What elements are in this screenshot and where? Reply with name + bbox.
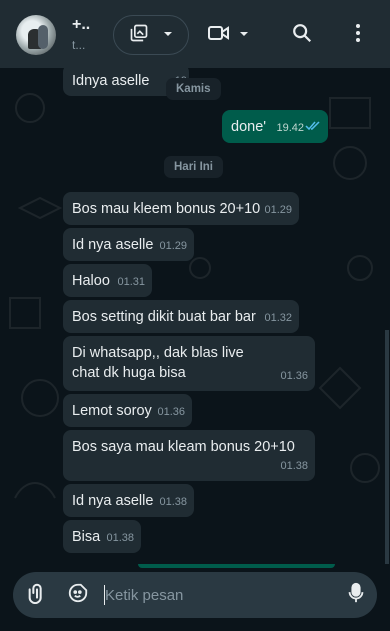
message-text: Idnya aselle: [72, 73, 150, 89]
message-time: 19.42: [276, 122, 304, 134]
more-vertical-icon: [355, 23, 361, 48]
message-time: 01.29: [264, 204, 292, 216]
message-bubble-outgoing[interactable]: done' 19.42: [222, 110, 328, 143]
message-bubble-incoming[interactable]: Bos saya mau kleam bonus 20+10 01.38: [63, 430, 315, 481]
message-text: Bos setting dikit buat bar bar: [72, 309, 256, 325]
message-bubble-incoming[interactable]: Di whatsapp,, dak blas live chat dk huga…: [63, 336, 315, 391]
video-call-button[interactable]: [204, 22, 252, 48]
search-button[interactable]: [289, 22, 315, 48]
message-time: 01.38: [280, 460, 308, 472]
message-time: 01.32: [264, 312, 292, 324]
message-text: done': [231, 119, 267, 135]
sticker-button[interactable]: [66, 583, 90, 607]
message-text: Bisa: [72, 529, 101, 545]
message-text: Lemot soroy: [72, 403, 152, 419]
chevron-down-icon: [163, 26, 173, 44]
scrollbar[interactable]: [385, 330, 389, 564]
message-text: Bos mau kleem bonus 20+10: [72, 201, 261, 217]
chat-header: +.. t...: [0, 0, 390, 68]
message-bubble-incoming[interactable]: Bos setting dikit buat bar bar 01.32: [63, 300, 299, 333]
message-bubble-incoming[interactable]: Bos mau kleem bonus 20+10 01.29: [63, 192, 299, 225]
message-bubble-incoming[interactable]: Bisa 01.38: [63, 520, 141, 553]
message-text: Id nya aselle: [72, 237, 154, 253]
message-time: 01.31: [117, 276, 145, 288]
message-text: Di whatsapp,, dak blas live chat dk huga…: [72, 345, 244, 381]
date-divider: Kamis: [166, 78, 221, 100]
contact-avatar[interactable]: [16, 15, 56, 55]
message-time: 01.36: [280, 370, 308, 382]
voice-message-button[interactable]: [345, 582, 367, 609]
message-bubble-incoming[interactable]: Lemot soroy 01.36: [63, 394, 192, 427]
photo-library-icon: [129, 23, 149, 48]
outgoing-bubble-edge: [138, 564, 335, 568]
chevron-down-icon: [239, 26, 249, 44]
contact-name[interactable]: +..: [72, 16, 90, 34]
composer-bar: [0, 564, 390, 631]
message-composer: [13, 572, 377, 618]
message-time: 01.38: [159, 496, 187, 508]
paperclip-icon: [26, 582, 48, 609]
more-options-button[interactable]: [346, 22, 370, 48]
double-check-read-icon: [305, 117, 321, 137]
message-list[interactable]: Idnya aselle 19 Kamis done' 19.42 Hari I…: [0, 68, 390, 564]
message-input[interactable]: [105, 583, 335, 607]
message-time: 01.38: [106, 532, 134, 544]
attach-button[interactable]: [25, 583, 49, 607]
sticker-icon: [67, 582, 89, 609]
message-text: Id nya aselle: [72, 493, 154, 509]
message-bubble-incoming[interactable]: Id nya aselle 01.38: [63, 484, 194, 517]
contact-status: t...: [72, 38, 86, 52]
message-time: 01.36: [157, 406, 185, 418]
video-camera-icon: [207, 24, 231, 47]
search-icon: [291, 22, 313, 49]
message-text: Bos saya mau kleam bonus 20+10: [72, 439, 295, 455]
media-gallery-button[interactable]: [113, 15, 189, 55]
message-text: Haloo: [72, 273, 110, 289]
microphone-icon: [347, 582, 365, 609]
message-bubble-incoming[interactable]: Haloo 01.31: [63, 264, 152, 297]
date-divider: Hari Ini: [164, 156, 223, 178]
message-bubble-incoming[interactable]: Id nya aselle 01.29: [63, 228, 194, 261]
message-time: 01.29: [159, 240, 187, 252]
